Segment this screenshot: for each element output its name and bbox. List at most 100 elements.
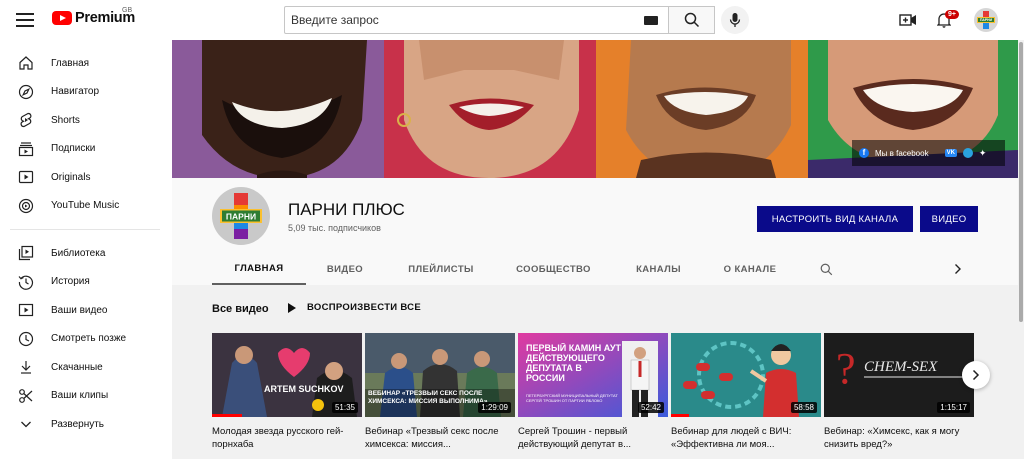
video-title[interactable]: Сергей Трошин - первый действующий депут…	[518, 425, 666, 451]
sidebar-item-label: Ваши видео	[51, 304, 108, 316]
sidebar-item-watch-later[interactable]: Смотреть позже	[0, 325, 170, 354]
facebook-icon[interactable]: f	[859, 148, 869, 158]
video-title[interactable]: Вебинар для людей с ВИЧ: «Эффективна ли …	[671, 425, 819, 451]
sidebar-item-label: Главная	[51, 57, 90, 69]
subscriptions-icon	[18, 141, 34, 157]
customize-channel-button[interactable]: НАСТРОИТЬ ВИД КАНАЛА	[757, 206, 913, 232]
menu-icon[interactable]	[16, 13, 34, 27]
manage-videos-button[interactable]: ВИДЕО	[920, 206, 978, 232]
thumbnail-text: ARTEM SUCHKOV	[264, 384, 344, 394]
music-icon	[18, 198, 34, 214]
banner-panel-orange	[596, 40, 808, 178]
tab-channels[interactable]: КАНАЛЫ	[609, 253, 708, 285]
sidebar-item-subscriptions[interactable]: Подписки	[0, 135, 170, 164]
sidebar-item-youtube-music[interactable]: YouTube Music	[0, 192, 170, 221]
sidebar: Главная Навигатор Shorts Подписки Origin…	[0, 40, 170, 459]
facebook-link[interactable]: Мы в facebook	[875, 149, 929, 158]
video-duration: 52:42	[637, 402, 664, 413]
top-bar: Premium GB 9+ ПАРНИ	[0, 0, 1024, 40]
originals-icon	[18, 169, 34, 185]
sidebar-item-your-clips[interactable]: Ваши клипы	[0, 382, 170, 411]
subscriber-count: 5,09 тыс. подписчиков	[288, 223, 381, 233]
chevron-down-icon	[18, 416, 34, 432]
sidebar-item-originals[interactable]: Originals	[0, 163, 170, 192]
video-thumbnail[interactable]: ВЕБИНАР «ТРЕЗВЫЙ СЕКС ПОСЛЕ ХИМСЕКСА: МИ…	[365, 333, 515, 417]
video-title[interactable]: Молодая звезда русского гей-порнхаба	[212, 425, 360, 451]
tab-home[interactable]: ГЛАВНАЯ	[212, 253, 306, 285]
search-box[interactable]	[284, 6, 669, 34]
telegram-icon[interactable]	[962, 148, 973, 158]
youtube-play-icon	[52, 11, 72, 25]
microphone-icon	[729, 13, 741, 27]
thumbnail-text: ПЕРВЫЙ КАМИН АУТ ДЕЙСТВУЮЩЕГО ДЕПУТАТА В…	[526, 343, 621, 383]
video-card[interactable]: ВЕБИНАР «ТРЕЗВЫЙ СЕКС ПОСЛЕ ХИМСЕКСА: МИ…	[365, 333, 515, 451]
youtube-premium-logo[interactable]: Premium GB	[52, 7, 135, 26]
sidebar-item-shorts[interactable]: Shorts	[0, 106, 170, 135]
video-thumbnail[interactable]: ПЕРВЫЙ КАМИН АУТ ДЕЙСТВУЮЩЕГО ДЕПУТАТА В…	[518, 333, 668, 417]
sidebar-divider	[10, 229, 160, 230]
create-video-button[interactable]	[898, 10, 918, 30]
video-duration: 58:58	[790, 402, 817, 413]
sidebar-item-your-videos[interactable]: Ваши видео	[0, 296, 170, 325]
video-card[interactable]: ? CHEM-SEX 1:15:17 Вебинар: «Химсекс, ка…	[824, 333, 974, 451]
video-thumbnail[interactable]: 58:58	[671, 333, 821, 417]
voice-search-button[interactable]	[721, 6, 749, 34]
watch-progress-bar	[671, 414, 689, 417]
video-card[interactable]: ПЕРВЫЙ КАМИН АУТ ДЕЙСТВУЮЩЕГО ДЕПУТАТА В…	[518, 333, 668, 451]
chevron-right-icon	[955, 264, 961, 274]
video-title[interactable]: Вебинар: «Химсекс, как я могу снизить вр…	[824, 425, 972, 451]
tab-search-button[interactable]	[792, 253, 860, 285]
sidebar-item-label: Подписки	[51, 143, 96, 155]
thumbnail-subtext: ПЕТЕРБУРГСКИЙ МУНИЦИПАЛЬНЫЙ ДЕПУТАТ СЕРГ…	[526, 393, 618, 403]
sidebar-item-explore[interactable]: Навигатор	[0, 78, 170, 107]
account-avatar[interactable]: ПАРНИ	[974, 8, 998, 32]
play-icon	[288, 302, 296, 313]
video-card[interactable]: ARTEM SUCHKOV 51:35 Молодая звезда русск…	[212, 333, 362, 451]
video-duration: 51:35	[331, 402, 358, 413]
video-duration: 1:29:09	[478, 402, 511, 413]
search-button[interactable]	[669, 6, 715, 34]
sidebar-item-history[interactable]: История	[0, 268, 170, 297]
sidebar-item-home[interactable]: Главная	[0, 49, 170, 78]
play-all-button[interactable]: ВОСПРОИЗВЕСТИ ВСЕ	[288, 302, 421, 313]
video-title[interactable]: Вебинар «Трезвый секс после химсекса: ми…	[365, 425, 513, 451]
tabs-scroll-right-button[interactable]	[860, 253, 980, 285]
page-scrollbar-thumb[interactable]	[1019, 42, 1023, 322]
watch-later-icon	[18, 331, 34, 347]
search-input[interactable]	[291, 13, 631, 27]
channel-avatar[interactable]: ПАРНИ	[212, 187, 270, 245]
rainbow-plus-logo-icon: ПАРНИ	[977, 11, 995, 29]
search-icon	[684, 12, 699, 28]
sidebar-item-label: Смотреть позже	[51, 333, 127, 345]
sidebar-item-label: Originals	[51, 171, 91, 183]
sidebar-item-library[interactable]: Библиотека	[0, 239, 170, 268]
channel-avatar-text: ПАРНИ	[226, 211, 256, 221]
video-card[interactable]: 58:58 Вебинар для людей с ВИЧ: «Эффектив…	[671, 333, 821, 451]
shorts-icon	[18, 112, 34, 128]
download-icon	[18, 359, 34, 375]
banner-panel-purple	[172, 40, 384, 178]
sidebar-item-label: История	[51, 276, 90, 288]
channel-name: ПАРНИ ПЛЮС	[288, 200, 405, 219]
vk-link[interactable]: VK	[944, 149, 957, 157]
tab-playlists[interactable]: ПЛЕЙЛИСТЫ	[384, 253, 498, 285]
carousel-next-button[interactable]	[962, 361, 990, 389]
sidebar-item-label: Библиотека	[51, 247, 106, 259]
tab-videos[interactable]: ВИДЕО	[306, 253, 384, 285]
tab-about[interactable]: О КАНАЛЕ	[708, 253, 792, 285]
compass-icon	[18, 84, 34, 100]
chevron-right-icon	[972, 369, 980, 381]
more-links-icon[interactable]: ✦	[979, 148, 987, 159]
video-thumbnail[interactable]: ? CHEM-SEX 1:15:17	[824, 333, 974, 417]
section-title[interactable]: Все видео	[212, 303, 269, 315]
sidebar-item-downloads[interactable]: Скачанные	[0, 353, 170, 382]
sidebar-item-expand[interactable]: Развернуть	[0, 410, 170, 439]
thumbnail-text: CHEM-SEX	[864, 359, 938, 375]
banner-panel-red	[384, 40, 596, 178]
library-icon	[18, 245, 34, 261]
sidebar-item-label: Навигатор	[51, 86, 100, 98]
play-all-label: ВОСПРОИЗВЕСТИ ВСЕ	[307, 302, 421, 313]
video-thumbnail[interactable]: ARTEM SUCHKOV 51:35	[212, 333, 362, 417]
tab-community[interactable]: СООБЩЕСТВО	[498, 253, 609, 285]
keyboard-icon[interactable]	[644, 16, 658, 25]
